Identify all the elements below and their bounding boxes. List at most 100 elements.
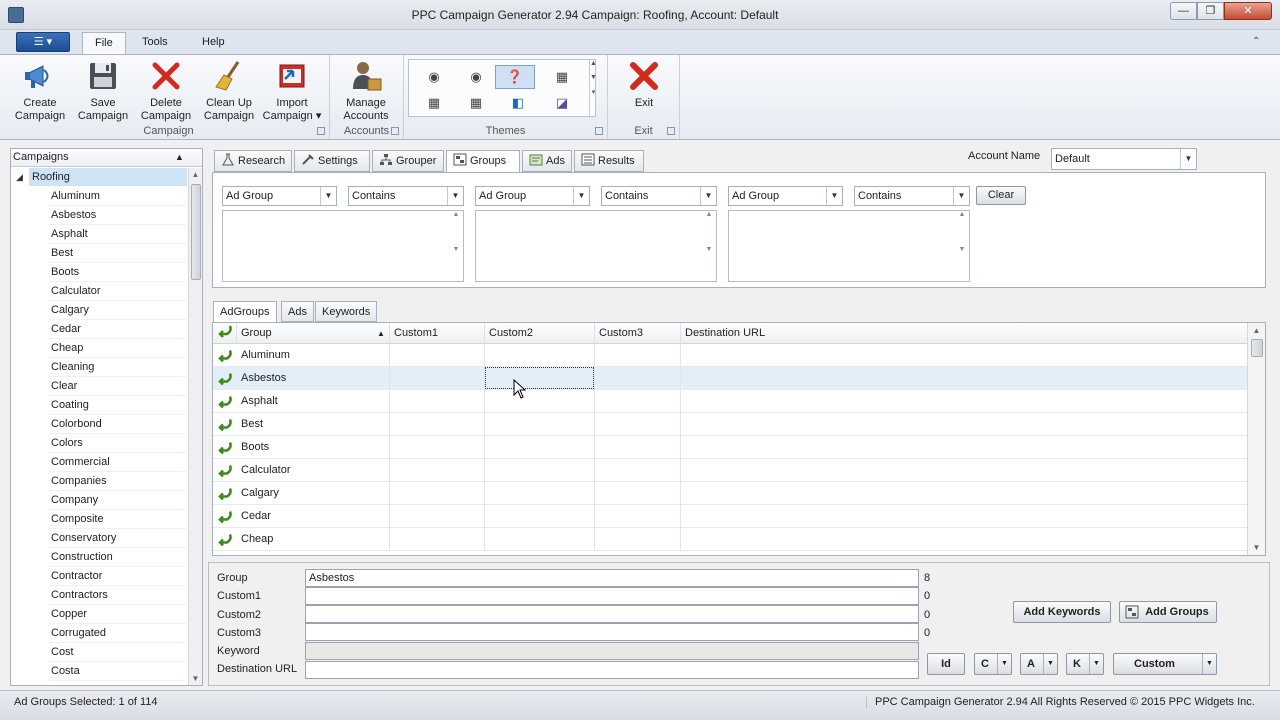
tree-item[interactable]: Asbestos: [49, 206, 186, 225]
theme-windows-icon[interactable]: ▦: [425, 94, 443, 112]
theme-tiles-icon[interactable]: ▦: [467, 94, 485, 112]
cell-group[interactable]: Best: [237, 413, 390, 436]
chevron-down-icon[interactable]: ▼: [953, 187, 969, 205]
cell-custom1[interactable]: [390, 413, 485, 436]
filter-2-scrollbar[interactable]: ▲ ▼: [702, 211, 716, 281]
add-groups-button[interactable]: Add Groups: [1119, 601, 1217, 623]
tab-help[interactable]: Help: [190, 32, 237, 54]
cell-group[interactable]: Cedar: [237, 505, 390, 528]
tree-item[interactable]: Asphalt: [49, 225, 186, 244]
go-arrow-icon[interactable]: [216, 370, 234, 387]
tree-item[interactable]: Costa: [49, 662, 186, 681]
destination-url-field[interactable]: [305, 661, 919, 679]
theme-office-2013-icon[interactable]: ◧: [509, 94, 527, 112]
tab-settings[interactable]: Settings: [294, 150, 370, 172]
chevron-down-icon[interactable]: ▼: [573, 187, 589, 205]
go-arrow-icon[interactable]: [216, 485, 234, 502]
maximize-button[interactable]: ❐: [1197, 2, 1224, 20]
cell-destination-url[interactable]: [681, 344, 1247, 367]
cell-custom1[interactable]: [390, 505, 485, 528]
cell-destination-url[interactable]: [681, 528, 1247, 551]
cell-destination-url[interactable]: [681, 367, 1247, 390]
tree-item[interactable]: Companies: [49, 472, 186, 491]
chevron-down-icon[interactable]: ▼: [1202, 654, 1216, 674]
cell-destination-url[interactable]: [681, 505, 1247, 528]
campaigns-header[interactable]: Campaigns ▲: [11, 149, 202, 167]
column-header-group[interactable]: Group ▲: [237, 323, 390, 344]
filter-1-op-select[interactable]: Contains ▼: [348, 186, 464, 206]
table-row[interactable]: Best: [213, 413, 1247, 436]
cell-custom3[interactable]: [595, 390, 681, 413]
scroll-down-icon[interactable]: ▼: [1248, 543, 1265, 552]
tab-file[interactable]: File: [82, 32, 126, 54]
exit-group-launcher-icon[interactable]: [667, 127, 675, 135]
a-split-button[interactable]: A ▼: [1020, 653, 1058, 675]
tree-item[interactable]: Cedar: [49, 320, 186, 339]
theme-selected-icon[interactable]: ❓: [495, 65, 535, 89]
tree-item[interactable]: Cost: [49, 643, 186, 662]
filter-2-op-select[interactable]: Contains ▼: [601, 186, 717, 206]
campaigns-scrollbar[interactable]: ▲ ▼: [188, 168, 202, 685]
tree-item[interactable]: Conservatory: [49, 529, 186, 548]
create-campaign-button[interactable]: Create Campaign: [10, 59, 70, 125]
tree-item[interactable]: Clear: [49, 377, 186, 396]
tree-item[interactable]: Commercial: [49, 453, 186, 472]
add-keywords-button[interactable]: Add Keywords: [1013, 601, 1111, 623]
theme-office-2007-icon[interactable]: ◉: [425, 68, 443, 86]
cell-custom2[interactable]: [485, 459, 595, 482]
cell-custom2[interactable]: [485, 482, 595, 505]
tree-item[interactable]: Best: [49, 244, 186, 263]
scroll-thumb[interactable]: [1251, 339, 1263, 357]
cell-custom1[interactable]: [390, 390, 485, 413]
exit-button[interactable]: Exit: [614, 59, 674, 125]
table-row[interactable]: Cedar: [213, 505, 1247, 528]
table-row[interactable]: Boots: [213, 436, 1247, 459]
cell-custom3[interactable]: [595, 482, 681, 505]
tree-item[interactable]: Contractor: [49, 567, 186, 586]
chevron-down-icon[interactable]: ▼: [1180, 149, 1196, 169]
tree-item[interactable]: Coating: [49, 396, 186, 415]
cell-group[interactable]: Boots: [237, 436, 390, 459]
c-split-button[interactable]: C ▼: [974, 653, 1012, 675]
go-arrow-icon[interactable]: [216, 508, 234, 525]
custom2-field[interactable]: [305, 605, 919, 623]
import-campaign-button[interactable]: Import Campaign ▾: [262, 59, 322, 125]
chevron-down-icon[interactable]: ▼: [1043, 654, 1057, 674]
cell-custom2[interactable]: [485, 505, 595, 528]
go-arrow-icon[interactable]: [216, 393, 234, 410]
table-row-selected[interactable]: Asbestos: [213, 367, 1247, 390]
tab-grouper[interactable]: Grouper: [372, 150, 444, 172]
cell-custom1[interactable]: [390, 367, 485, 390]
cell-custom2[interactable]: [485, 436, 595, 459]
cell-custom2[interactable]: [485, 413, 595, 436]
filter-3-op-select[interactable]: Contains ▼: [854, 186, 970, 206]
cell-custom3[interactable]: [595, 344, 681, 367]
tree-item[interactable]: Aluminum: [49, 187, 186, 206]
tree-item[interactable]: Boots: [49, 263, 186, 282]
accounts-group-launcher-icon[interactable]: [391, 127, 399, 135]
cell-destination-url[interactable]: [681, 482, 1247, 505]
filter-2-textarea[interactable]: ▲ ▼: [475, 210, 717, 282]
campaign-group-launcher-icon[interactable]: [317, 127, 325, 135]
tree-item[interactable]: Composite: [49, 510, 186, 529]
tree-item[interactable]: Colorbond: [49, 415, 186, 434]
filter-2-field-select[interactable]: Ad Group ▼: [475, 186, 590, 206]
column-header-custom1[interactable]: Custom1: [390, 323, 485, 344]
cell-destination-url[interactable]: [681, 413, 1247, 436]
filter-3-field-select[interactable]: Ad Group ▼: [728, 186, 843, 206]
column-header-custom3[interactable]: Custom3: [595, 323, 681, 344]
cell-custom3[interactable]: [595, 413, 681, 436]
cell-custom3[interactable]: [595, 528, 681, 551]
go-arrow-icon[interactable]: [216, 462, 234, 479]
themes-scroll[interactable]: ▲ ▼ ▾: [589, 60, 597, 118]
scroll-down-icon[interactable]: ▼: [189, 674, 202, 683]
delete-campaign-button[interactable]: Delete Campaign: [136, 59, 196, 125]
go-arrow-icon[interactable]: [216, 416, 234, 433]
tab-adgroups[interactable]: AdGroups: [213, 301, 277, 323]
chevron-down-icon[interactable]: ▼: [826, 187, 842, 205]
cell-group[interactable]: Cheap: [237, 528, 390, 551]
cell-group[interactable]: Calgary: [237, 482, 390, 505]
app-menu-button[interactable]: ☰ ▾: [16, 32, 70, 52]
tree-root-item[interactable]: ◢ Roofing: [11, 168, 187, 186]
clean-up-campaign-button[interactable]: Clean Up Campaign: [199, 59, 259, 125]
